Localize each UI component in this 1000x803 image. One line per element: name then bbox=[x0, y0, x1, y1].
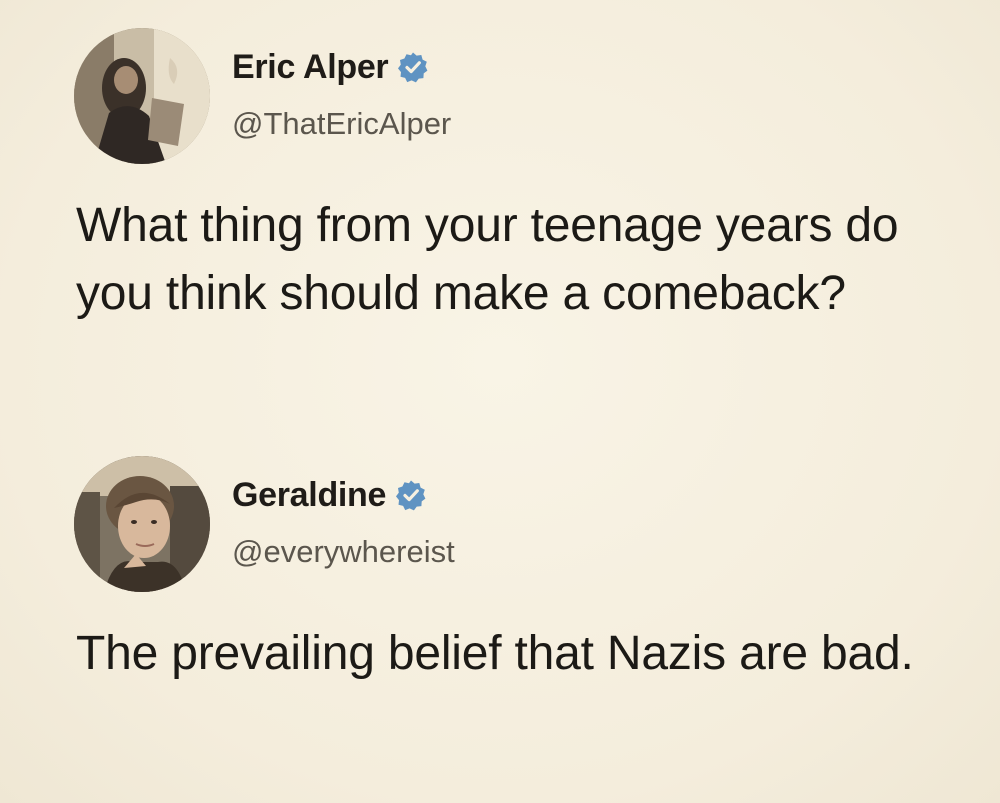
tweet-thread-screenshot: Eric Alper @ThatEricAlper What thing fro… bbox=[0, 0, 1000, 803]
author-name[interactable]: Geraldine bbox=[232, 476, 386, 515]
verified-badge-icon bbox=[397, 51, 429, 83]
author-handle[interactable]: @ThatEricAlper bbox=[232, 106, 451, 142]
avatar-photo bbox=[74, 456, 210, 592]
tweet-text: The prevailing belief that Nazis are bad… bbox=[76, 627, 914, 680]
author-name[interactable]: Eric Alper bbox=[232, 48, 389, 87]
avatar-photo bbox=[74, 28, 210, 164]
tweet-text: What thing from your teenage years do yo… bbox=[76, 199, 899, 320]
author-handle[interactable]: @everywhereist bbox=[232, 534, 455, 570]
avatar[interactable] bbox=[74, 28, 210, 164]
verified-badge-icon bbox=[395, 479, 427, 511]
author-row: Geraldine bbox=[232, 472, 427, 518]
author-row: Eric Alper bbox=[232, 44, 429, 90]
avatar[interactable] bbox=[74, 456, 210, 592]
